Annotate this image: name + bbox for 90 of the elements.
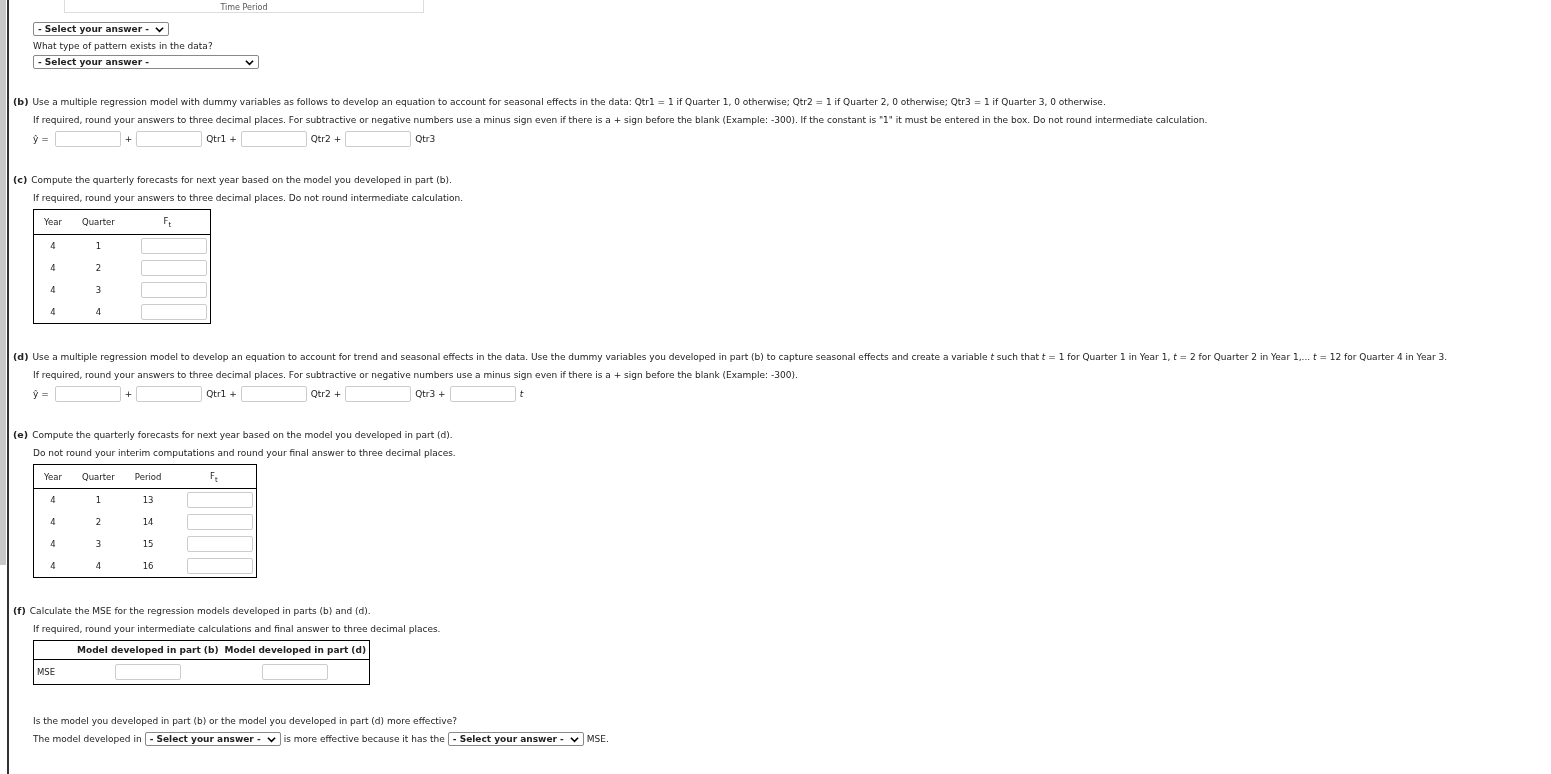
table-cell: 4	[33, 511, 72, 534]
table-cell-text: 3	[94, 538, 103, 552]
equation-term: Qtr1 +	[206, 134, 237, 144]
sentence-text: The model developed in	[33, 734, 142, 745]
equation-term: t	[519, 388, 524, 399]
input-field[interactable]	[240, 385, 307, 402]
input-field[interactable]	[140, 237, 207, 254]
table-cell-text: 14	[141, 516, 155, 530]
input-field[interactable]	[240, 131, 307, 147]
equation-label: ŷ =	[33, 388, 49, 399]
column-header: F$_{t}$	[171, 464, 257, 489]
table-cell-text: 3	[94, 283, 103, 297]
input-field[interactable]	[345, 385, 412, 402]
input-field[interactable]	[114, 664, 181, 681]
table-cell: 4	[72, 300, 125, 324]
sentence-text: MSE.	[586, 734, 609, 745]
equation-term: Qtr1 +	[206, 388, 237, 399]
scrollbar[interactable]	[0, 0, 6, 565]
prompt-text: Calculate the MSE for the regression models developed in parts (b) and (d).	[29, 606, 371, 617]
input-field[interactable]	[140, 259, 207, 276]
column-header: Period	[124, 464, 172, 489]
column-header: Quarter	[72, 209, 125, 235]
input-field[interactable]	[187, 536, 254, 553]
question-text: Is the model you developed in part (b) or the model you developed in part (d) more effective?	[33, 716, 457, 727]
table-cell: 1	[72, 488, 125, 512]
answer-dropdown[interactable]: - Select your answer -	[33, 55, 259, 69]
equation-term: Qtr2 +	[310, 388, 342, 399]
prompt-text: Use a multiple regression model with dummy variables as follows to develop an equation to account for seasonal effects in the data: Qtr1 = 1 if Quarter 1, 0 otherwise; Qtr2 = 1 if Quarter 2, 0 otherwise; Qtr3 = 1 if Quarter 3, 0 otherwise.	[32, 97, 1106, 107]
table-cell-text: 15	[141, 538, 155, 552]
input-field[interactable]	[449, 385, 516, 402]
input-field[interactable]	[54, 131, 121, 147]
sentence-text: is more effective because it has the	[283, 734, 445, 745]
column-header: Quarter	[72, 464, 125, 489]
input-field[interactable]	[140, 281, 207, 298]
prompt-text: Use a multiple regression model to develop an equation to account for trend and seasonal effects in the data. Use the dummy variables you developed in part (b) to capture seasonal effects and create a variable t such that t = 1 for Quarter 1 in Year 1, t = 2 for Quarter 2 in Year 1,... t = 12 for Quarter 4 in Year 3.	[32, 351, 1448, 362]
table-cell: 4	[33, 555, 72, 578]
part-label: (d)	[13, 350, 29, 362]
chevron-icon	[245, 58, 254, 66]
column-header: Year	[33, 464, 72, 489]
input-field[interactable]	[136, 385, 203, 402]
table-cell: 4	[33, 256, 72, 279]
table-cell: 13	[124, 488, 172, 512]
table-cell: 4	[33, 278, 72, 301]
row-label: MSE	[33, 659, 74, 685]
input-field[interactable]	[187, 514, 254, 531]
input-field[interactable]	[187, 558, 254, 575]
equation-term: Qtr2 +	[310, 134, 342, 144]
axis-title: Time Period	[220, 3, 268, 12]
table-cell: 4	[33, 234, 72, 257]
prompt-text: Compute the quarterly forecasts for next year based on the model you developed in part (d).	[32, 429, 453, 440]
chevron-icon	[266, 735, 276, 743]
instruction-text: Do not round your interim computations and round your final answer to three decimal places.	[33, 447, 456, 458]
equation-label: ŷ =	[33, 134, 49, 144]
input-field[interactable]	[345, 131, 412, 147]
column-header: Model developed in part (b)	[74, 640, 222, 660]
answer-dropdown[interactable]: - Select your answer -	[144, 732, 281, 747]
instruction-text: If required, round your answers to three decimal places. For subtractive or negative numbers use a minus sign even if there is a + sign before the blank (Example: -300). If the constant is "1" it must be entered in the box. Do not round intermediate calculation.	[33, 115, 1208, 125]
chevron-icon	[569, 735, 579, 743]
input-field[interactable]	[54, 385, 121, 402]
part-label: (b)	[13, 96, 29, 107]
table-cell: 4	[33, 300, 72, 324]
instruction-text: If required, round your answers to three decimal places. For subtractive or negative numbers use a minus sign even if there is a + sign before the blank (Example: -300).	[33, 369, 798, 380]
part-label: (c)	[13, 174, 28, 185]
prompt-text: Compute the quarterly forecasts for next year based on the model you developed in part (b).	[31, 175, 452, 185]
column-header: Model developed in part (d)	[221, 640, 370, 660]
table-cell: 4	[72, 555, 125, 578]
table-cell-text: 2	[94, 261, 103, 275]
chevron-icon	[155, 25, 164, 33]
instruction-text: If required, round your answers to three decimal places. Do not round intermediate calculation.	[33, 193, 464, 203]
equation-term: Qtr3	[415, 134, 436, 144]
part-label: (e)	[13, 428, 29, 440]
table-cell: 4	[33, 533, 72, 556]
equation-term: +	[124, 134, 133, 144]
answer-dropdown[interactable]: - Select your answer -	[33, 22, 169, 36]
input-field[interactable]	[140, 303, 207, 320]
table-cell: 16	[124, 555, 172, 578]
answer-dropdown[interactable]: - Select your answer -	[447, 732, 584, 747]
question-text: What type of pattern exists in the data?	[33, 41, 213, 51]
table-cell-text: 2	[94, 516, 103, 530]
input-field[interactable]	[187, 492, 254, 509]
input-field[interactable]	[262, 664, 329, 681]
table-cell: 1	[72, 234, 125, 257]
equation-term: +	[124, 388, 133, 399]
input-field[interactable]	[136, 131, 203, 147]
column-header: Year	[33, 209, 72, 235]
part-label: (f)	[13, 605, 26, 617]
equation-term: Qtr3 +	[415, 388, 446, 399]
instruction-text: If required, round your intermediate calculations and final answer to three decimal places.	[33, 624, 441, 635]
table-cell: 4	[33, 488, 72, 512]
column-header: F$_{t}$	[124, 209, 211, 235]
